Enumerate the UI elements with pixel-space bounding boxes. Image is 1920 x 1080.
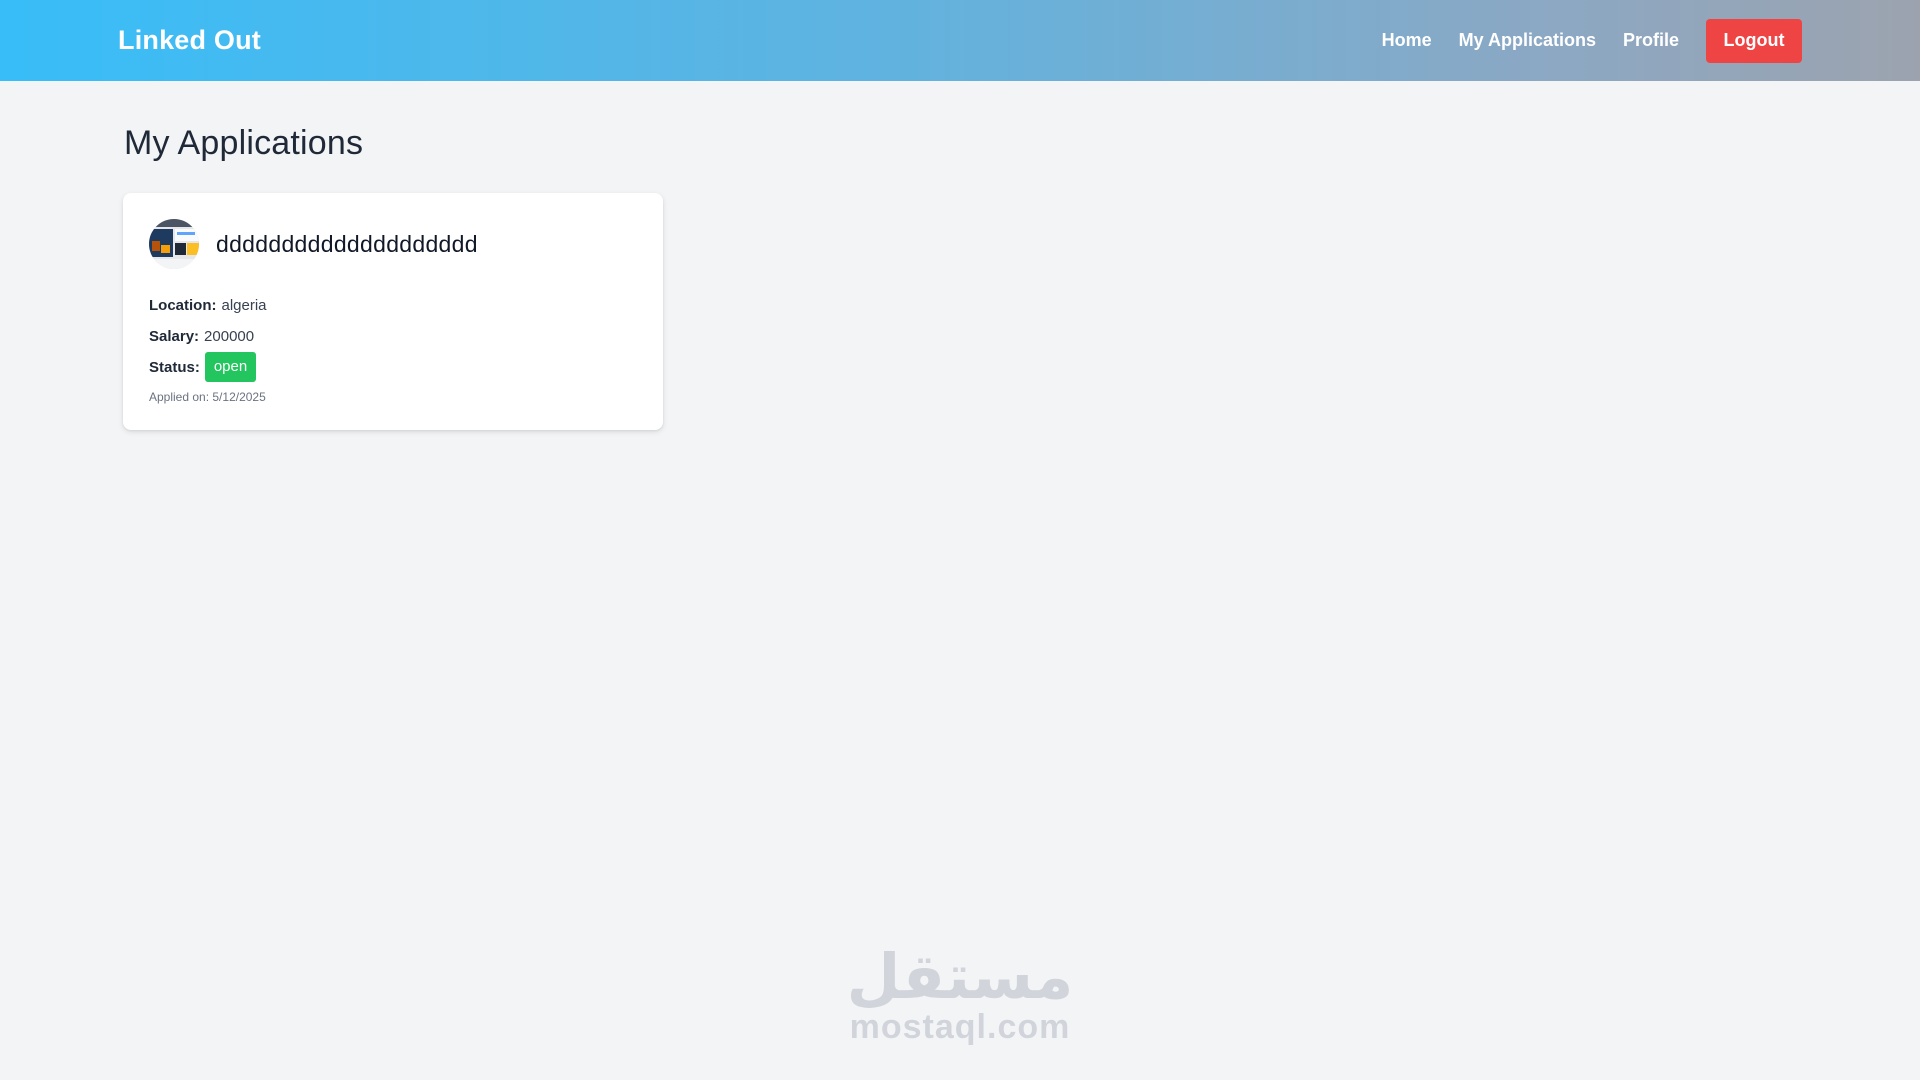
company-logo-thumbnail — [149, 219, 199, 269]
mostaql-watermark: مستقل mostaql.com — [840, 940, 1080, 1046]
status-badge: open — [204, 352, 257, 382]
nav-home-link[interactable]: Home — [1382, 30, 1432, 51]
location-label: Location: — [149, 296, 217, 314]
job-title[interactable]: dddddddddddddddddddd — [216, 231, 478, 258]
watermark-domain-text: mostaql.com — [849, 1008, 1071, 1046]
watermark-arabic-text: مستقل — [846, 940, 1074, 1013]
location-value: algeria — [221, 296, 267, 314]
applied-on-date: Applied on: 5/12/2025 — [149, 390, 266, 404]
page-title: My Applications — [124, 124, 364, 162]
top-navbar: Linked Out Home My Applications Profile … — [0, 0, 1920, 81]
salary-label: Salary: — [149, 327, 200, 345]
application-card: dddddddddddddddddddd Location: algeria S… — [123, 193, 663, 430]
logout-button[interactable]: Logout — [1706, 18, 1802, 63]
company-logo-image — [149, 219, 199, 269]
nav-links: Home My Applications Profile Logout — [1382, 18, 1802, 63]
salary-row: Salary: 200000 — [149, 326, 637, 346]
salary-value: 200000 — [204, 327, 255, 345]
brand-logo[interactable]: Linked Out — [118, 25, 261, 56]
status-row: Status: open — [149, 352, 637, 382]
status-label: Status: — [149, 358, 200, 376]
nav-my-applications-link[interactable]: My Applications — [1459, 30, 1596, 51]
card-header: dddddddddddddddddddd — [149, 219, 637, 269]
location-row: Location: algeria — [149, 295, 637, 315]
nav-profile-link[interactable]: Profile — [1623, 30, 1679, 51]
